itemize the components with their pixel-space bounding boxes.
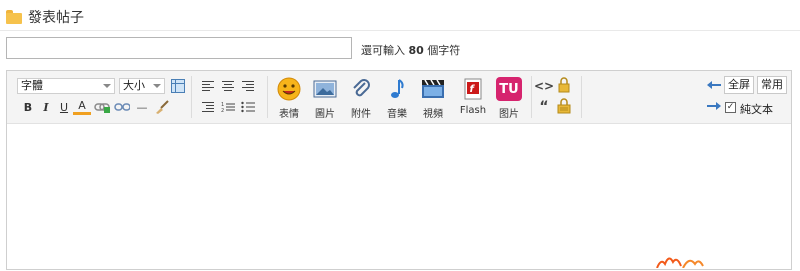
fullscreen-button[interactable]: 全屏	[724, 76, 754, 94]
attachment-label: 附件	[351, 109, 371, 120]
editor-toolbar: 字體 大小 B I U A — 12 表情 圖片 附件 音樂 視頻 f Flas…	[7, 71, 791, 124]
subject-input[interactable]	[6, 37, 352, 59]
hint-prefix: 還可輸入	[361, 44, 405, 57]
font-select-label: 字體	[21, 79, 43, 92]
align-right-icon[interactable]	[239, 77, 257, 95]
font-size-select[interactable]: 大小	[119, 78, 165, 94]
toolbar-separator	[191, 76, 192, 118]
tu-image-label: 图片	[499, 109, 519, 120]
chevron-down-icon	[153, 84, 161, 88]
horizontal-rule-button[interactable]: —	[133, 98, 151, 116]
font-color-button[interactable]: A	[73, 98, 91, 115]
toolbar-separator	[581, 76, 582, 118]
editor-content-area[interactable]	[7, 124, 791, 269]
redo-arrow-icon[interactable]	[705, 98, 723, 116]
video-label: 視頻	[423, 109, 443, 120]
common-button[interactable]: 常用	[757, 76, 787, 94]
size-select-label: 大小	[123, 79, 145, 92]
link-icon[interactable]	[93, 98, 111, 116]
align-center-icon[interactable]	[219, 77, 237, 95]
header-divider	[0, 30, 800, 31]
underline-button[interactable]: U	[55, 98, 73, 116]
hint-suffix: 個字符	[427, 44, 461, 57]
unordered-list-icon[interactable]	[239, 98, 257, 116]
bold-button[interactable]: B	[19, 98, 37, 116]
music-note-icon	[385, 77, 409, 101]
tu-logo-text: TU	[499, 81, 519, 97]
folder-icon	[6, 10, 22, 24]
table-icon[interactable]	[169, 77, 187, 95]
hidden-content-lock-icon[interactable]	[555, 97, 573, 115]
chevron-down-icon	[103, 84, 111, 88]
video-button[interactable]: 視頻	[413, 75, 453, 120]
smiley-icon	[277, 77, 301, 101]
paperclip-icon	[349, 77, 373, 101]
clapperboard-icon	[421, 77, 445, 101]
tu-logo-icon: TU	[496, 77, 522, 101]
clear-format-brush-icon[interactable]	[153, 98, 171, 116]
emoji-button[interactable]: 表情	[269, 75, 309, 120]
font-family-select[interactable]: 字體	[17, 78, 115, 94]
image-icon	[313, 77, 337, 101]
code-button[interactable]: <>	[534, 77, 554, 95]
remaining-count: 80	[408, 44, 424, 57]
lock-icon[interactable]	[555, 76, 573, 94]
indent-icon[interactable]	[199, 98, 217, 116]
quote-button[interactable]: “	[535, 98, 553, 116]
tu-image-button[interactable]: TU 图片	[489, 75, 529, 120]
flash-icon: f	[461, 77, 485, 101]
align-left-icon[interactable]	[199, 77, 217, 95]
svg-text:2: 2	[221, 108, 224, 113]
undo-arrow-icon[interactable]	[705, 77, 723, 95]
image-label: 圖片	[315, 109, 335, 120]
flash-label: Flash	[459, 105, 487, 116]
page-header: 發表帖子	[6, 6, 84, 28]
insert-image-button[interactable]: 圖片	[305, 75, 345, 120]
italic-button[interactable]: I	[37, 98, 55, 116]
flash-button[interactable]: f Flash	[453, 75, 493, 119]
toolbar-separator	[267, 76, 268, 118]
emoji-label: 表情	[279, 109, 299, 120]
attachment-button[interactable]: 附件	[341, 75, 381, 120]
toolbar-separator	[531, 76, 532, 118]
unlink-icon[interactable]	[113, 98, 131, 116]
music-button[interactable]: 音樂	[377, 75, 417, 120]
post-editor: 字體 大小 B I U A — 12 表情 圖片 附件 音樂 視頻 f Flas…	[6, 70, 792, 270]
char-limit-hint: 還可輸入 80 個字符	[361, 42, 460, 58]
plaintext-checkbox[interactable]: ✓	[725, 102, 736, 113]
page-title: 發表帖子	[28, 10, 84, 26]
ordered-list-icon[interactable]: 12	[219, 98, 237, 116]
plaintext-label: 純文本	[740, 103, 773, 116]
flame-decoration-icon	[655, 252, 705, 271]
music-label: 音樂	[387, 109, 407, 120]
